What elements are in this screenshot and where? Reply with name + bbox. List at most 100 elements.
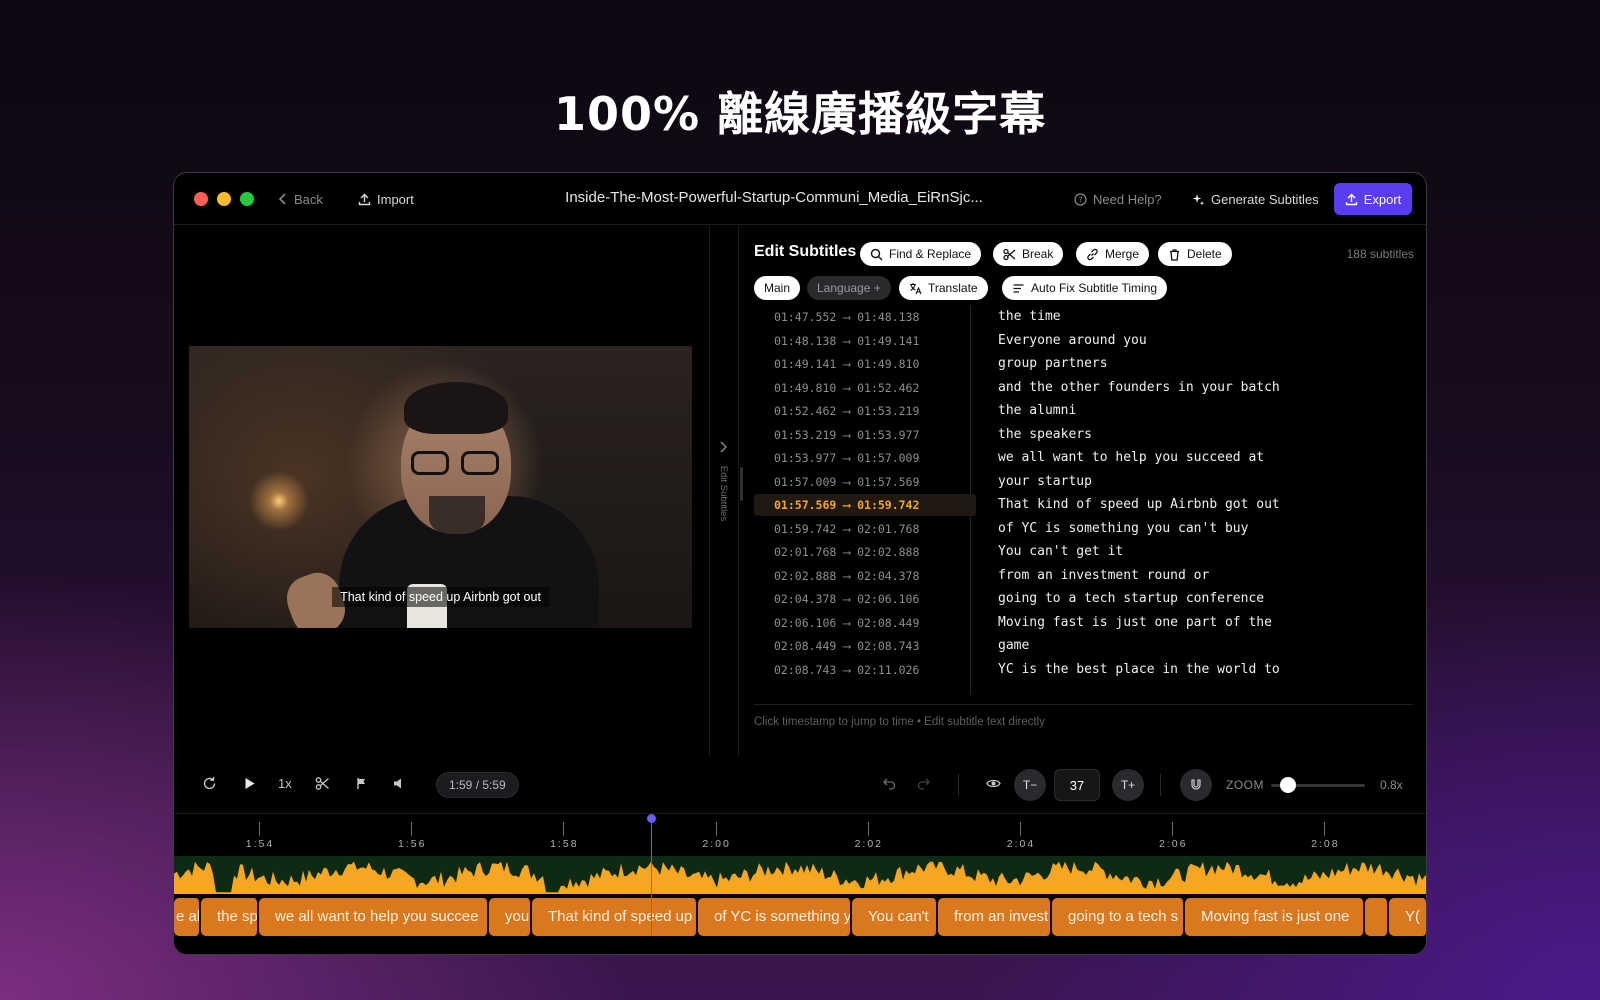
subtitle-text[interactable]: your startup [998, 471, 1092, 493]
close-window-button[interactable] [194, 192, 208, 206]
subtitle-timestamp[interactable]: 01:52.462 ⟶ 01:53.219 [754, 400, 976, 422]
cut-button[interactable] [315, 776, 330, 791]
subtitle-timestamp[interactable]: 01:49.141 ⟶ 01:49.810 [754, 353, 976, 375]
subtitle-row[interactable]: 01:57.009 ⟶ 01:57.569 your startup [754, 471, 1413, 495]
delete-button[interactable]: Delete [1158, 242, 1232, 266]
subtitle-row[interactable]: 01:52.462 ⟶ 01:53.219 the alumni [754, 400, 1413, 424]
subtitle-list[interactable]: 01:47.552 ⟶ 01:48.138 the time 01:48.138 ⟶… [754, 306, 1413, 694]
subtitle-row[interactable]: 02:01.768 ⟶ 02:02.888 You can't get it [754, 541, 1413, 565]
subtitle-row[interactable]: 02:08.743 ⟶ 02:11.026 YC is the best plac… [754, 659, 1413, 683]
merge-button[interactable]: Merge [1076, 242, 1150, 266]
subtitle-text[interactable]: game [998, 635, 1029, 657]
translate-button[interactable]: Translate [899, 276, 988, 300]
font-size-increase-button[interactable]: T+ [1112, 769, 1144, 801]
subtitle-row[interactable]: 02:08.449 ⟶ 02:08.743 game [754, 635, 1413, 659]
subtitle-clip[interactable]: you [489, 898, 532, 936]
video-preview[interactable]: That kind of speed up Airbnb got out [189, 346, 692, 628]
subtitle-text[interactable]: from an investment round or [998, 565, 1209, 587]
audio-waveform[interactable] [174, 856, 1427, 894]
subtitle-text[interactable]: the time [998, 306, 1061, 328]
subtitle-timestamp[interactable]: 01:59.742 ⟶ 02:01.768 [754, 518, 976, 540]
playhead[interactable] [651, 814, 652, 936]
subtitle-text[interactable]: YC is the best place in the world to [998, 659, 1280, 681]
subtitle-timestamp[interactable]: 02:04.378 ⟶ 02:06.106 [754, 588, 976, 610]
subtitle-row[interactable]: 01:49.810 ⟶ 01:52.462 and the other found… [754, 377, 1413, 401]
subtitle-clip[interactable]: That kind of speed up [532, 898, 698, 936]
subtitle-text[interactable]: the speakers [998, 424, 1092, 446]
volume-button[interactable] [392, 776, 407, 791]
subtitle-text[interactable]: we all want to help you succeed at [998, 447, 1264, 469]
font-size-input[interactable]: 37 [1054, 769, 1100, 801]
subtitle-row[interactable]: 01:53.977 ⟶ 01:57.009 we all want to help… [754, 447, 1413, 471]
subtitle-row[interactable]: 01:59.742 ⟶ 02:01.768 of YC is something … [754, 518, 1413, 542]
auto-fix-timing-button[interactable]: Auto Fix Subtitle Timing [1002, 276, 1168, 300]
subtitle-clip[interactable]: of YC is something y [698, 898, 852, 936]
subtitle-clip[interactable]: going to a tech s [1052, 898, 1185, 936]
subtitle-clip[interactable]: the sp [201, 898, 259, 936]
subtitle-row[interactable]: 01:49.141 ⟶ 01:49.810 group partners [754, 353, 1413, 377]
subtitle-clip[interactable]: Y( [1389, 898, 1426, 936]
playhead-handle[interactable] [647, 814, 656, 823]
export-button[interactable]: Export [1334, 183, 1412, 215]
subtitle-timestamp[interactable]: 01:57.569 ⟶ 01:59.742 [754, 494, 976, 516]
magnet-button[interactable] [1180, 769, 1212, 801]
zoom-window-button[interactable] [240, 192, 254, 206]
play-button[interactable] [242, 776, 257, 791]
subtitle-timestamp[interactable]: 02:08.743 ⟶ 02:11.026 [754, 659, 976, 681]
subtitle-timestamp[interactable]: 01:57.009 ⟶ 01:57.569 [754, 471, 976, 493]
subtitle-text[interactable]: and the other founders in your batch [998, 377, 1280, 399]
subtitle-text[interactable]: That kind of speed up Airbnb got out [998, 494, 1280, 516]
timeline[interactable]: e all the sp we all want to help you succe… [174, 814, 1427, 954]
subtitle-text[interactable]: Moving fast is just one part of the [998, 612, 1272, 634]
preview-toggle-button[interactable] [986, 776, 1001, 791]
subtitle-timestamp[interactable]: 01:47.552 ⟶ 01:48.138 [754, 306, 976, 328]
subtitle-row[interactable]: 01:57.569 ⟶ 01:59.742 That kind of speed … [754, 494, 1413, 518]
subtitle-row[interactable]: 02:06.106 ⟶ 02:08.449 Moving fast is just… [754, 612, 1413, 636]
font-size-decrease-button[interactable]: T− [1014, 769, 1046, 801]
subtitle-timestamp[interactable]: 02:06.106 ⟶ 02:08.449 [754, 612, 976, 634]
subtitle-timestamp[interactable]: 02:02.888 ⟶ 02:04.378 [754, 565, 976, 587]
subtitle-row[interactable]: 01:53.219 ⟶ 01:53.977 the speakers [754, 424, 1413, 448]
subtitle-row[interactable]: 01:47.552 ⟶ 01:48.138 the time [754, 306, 1413, 330]
redo-button[interactable] [916, 776, 931, 791]
subtitle-timestamp[interactable]: 02:08.449 ⟶ 02:08.743 [754, 635, 976, 657]
tab-main[interactable]: Main [754, 276, 801, 300]
subtitle-text[interactable]: You can't get it [998, 541, 1123, 563]
subtitle-clip[interactable]: e all [174, 898, 201, 936]
subtitle-timestamp[interactable]: 01:48.138 ⟶ 01:49.141 [754, 330, 976, 352]
subtitle-timestamp[interactable]: 01:53.219 ⟶ 01:53.977 [754, 424, 976, 446]
import-button[interactable]: Import [358, 189, 414, 209]
subtitle-clip-track[interactable]: e all the sp we all want to help you succe… [174, 898, 1426, 936]
subtitle-clip[interactable] [1365, 898, 1389, 936]
speed-button[interactable]: 1x [278, 776, 292, 791]
help-button[interactable]: ? Need Help? [1074, 189, 1162, 209]
subtitle-clip[interactable]: Moving fast is just one [1185, 898, 1365, 936]
subtitle-row[interactable]: 02:04.378 ⟶ 02:06.106 going to a tech sta… [754, 588, 1413, 612]
find-replace-button[interactable]: Find & Replace [860, 242, 982, 266]
subtitle-row[interactable]: 02:02.888 ⟶ 02:04.378 from an investment … [754, 565, 1413, 589]
break-button[interactable]: Break [993, 242, 1064, 266]
loop-button[interactable] [202, 776, 217, 791]
chevron-right-icon[interactable] [719, 440, 728, 456]
subtitle-end-time: 02:08.449 [857, 615, 920, 630]
subtitle-clip[interactable]: from an invest [938, 898, 1052, 936]
minimize-window-button[interactable] [217, 192, 231, 206]
subtitle-timestamp[interactable]: 01:49.810 ⟶ 01:52.462 [754, 377, 976, 399]
subtitle-text[interactable]: the alumni [998, 400, 1076, 422]
subtitle-timestamp[interactable]: 02:01.768 ⟶ 02:02.888 [754, 541, 976, 563]
marker-button[interactable] [354, 776, 369, 791]
subtitle-row[interactable]: 01:48.138 ⟶ 01:49.141 Everyone around you [754, 330, 1413, 354]
zoom-slider-handle[interactable] [1279, 777, 1296, 793]
editor-collapse-rail[interactable]: Edit Subtitles [709, 226, 739, 756]
subtitle-text[interactable]: group partners [998, 353, 1108, 375]
subtitle-clip[interactable]: we all want to help you succee [259, 898, 489, 936]
tab-add-language[interactable]: Language + [807, 276, 891, 300]
subtitle-text[interactable]: going to a tech startup conference [998, 588, 1264, 610]
subtitle-text[interactable]: of YC is something you can't buy [998, 518, 1248, 540]
undo-button[interactable] [882, 776, 897, 791]
subtitle-clip[interactable]: You can't [852, 898, 938, 936]
back-button[interactable]: Back [278, 189, 323, 209]
subtitle-timestamp[interactable]: 01:53.977 ⟶ 01:57.009 [754, 447, 976, 469]
subtitle-text[interactable]: Everyone around you [998, 330, 1147, 352]
generate-subtitles-button[interactable]: Generate Subtitles [1192, 189, 1319, 209]
